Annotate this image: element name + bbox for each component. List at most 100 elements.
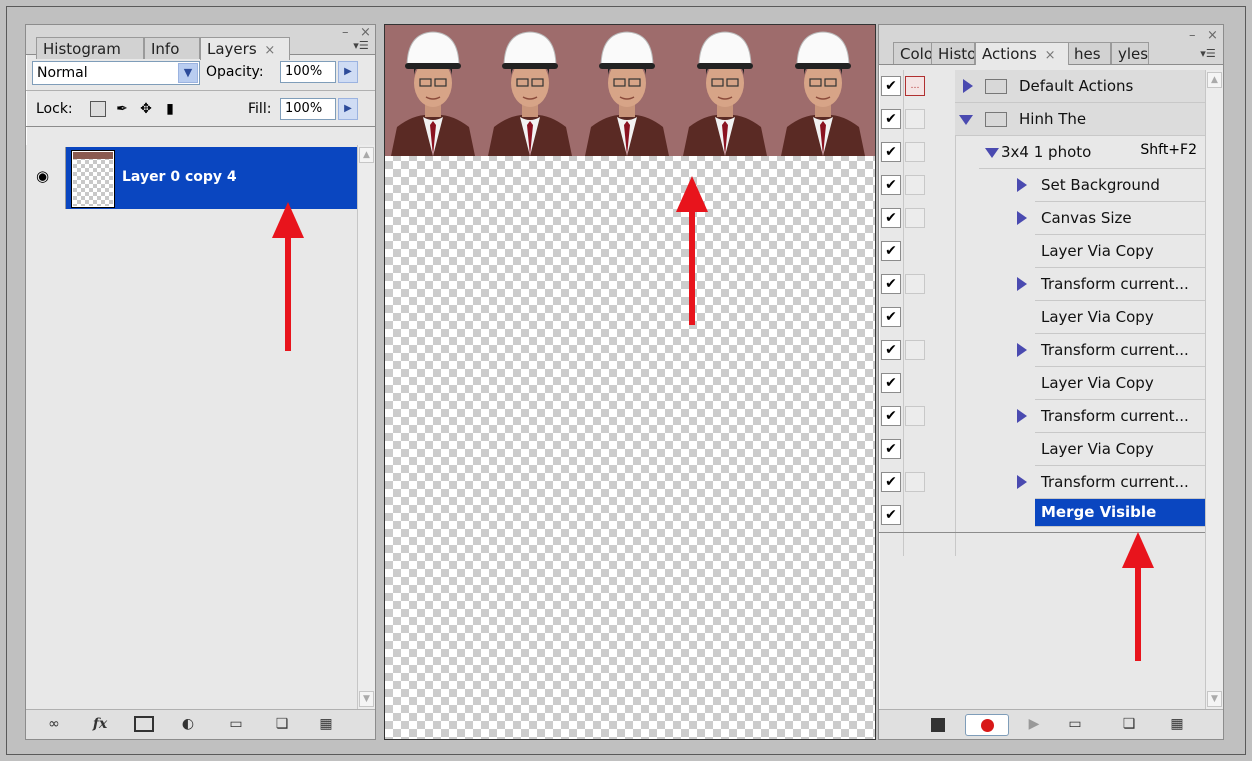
minimize-icon[interactable]: – bbox=[1189, 29, 1196, 43]
checkmark-icon[interactable]: ✔ bbox=[881, 76, 901, 96]
action-set-row[interactable]: ✔ Hinh The bbox=[879, 103, 1205, 136]
collapse-triangle-icon[interactable] bbox=[959, 115, 973, 125]
group-icon[interactable]: ▭ bbox=[226, 715, 246, 733]
panel-menu-icon[interactable]: ▾☰ bbox=[1197, 47, 1219, 61]
action-label: Canvas Size bbox=[1041, 209, 1132, 227]
lock-position-move-icon[interactable]: ✥ bbox=[138, 101, 154, 117]
scroll-up-icon[interactable]: ▲ bbox=[359, 147, 374, 163]
action-step-row[interactable]: ✔ Layer Via Copy bbox=[879, 367, 1205, 400]
checkmark-icon[interactable]: ✔ bbox=[881, 373, 901, 393]
opacity-slider-arrow-icon[interactable]: ▶ bbox=[338, 61, 358, 83]
panel-menu-icon[interactable]: ▾☰ bbox=[350, 39, 372, 53]
expand-triangle-icon[interactable] bbox=[1017, 178, 1027, 192]
link-icon[interactable]: ∞ bbox=[42, 715, 66, 733]
tab-color[interactable]: Colo bbox=[893, 42, 933, 64]
action-step-row[interactable]: ✔ Layer Via Copy bbox=[879, 235, 1205, 268]
scroll-down-icon[interactable]: ▼ bbox=[359, 691, 374, 707]
stop-icon[interactable] bbox=[931, 718, 945, 732]
record-button[interactable] bbox=[965, 714, 1009, 736]
expand-triangle-icon[interactable] bbox=[1017, 409, 1027, 423]
tab-actions[interactable]: Actions × bbox=[975, 42, 1069, 65]
tab-layers[interactable]: Layers × bbox=[200, 37, 290, 60]
checkmark-icon[interactable]: ✔ bbox=[881, 274, 901, 294]
tab-label: Colo bbox=[900, 45, 933, 63]
close-icon[interactable]: × bbox=[1207, 29, 1218, 43]
collapse-triangle-icon[interactable] bbox=[985, 148, 999, 158]
dialog-toggle-icon[interactable] bbox=[905, 208, 925, 228]
action-label: Transform current... bbox=[1041, 341, 1189, 359]
fill-slider-arrow-icon[interactable]: ▶ bbox=[338, 98, 358, 120]
dialog-toggle-icon[interactable] bbox=[905, 406, 925, 426]
lock-all-padlock-icon[interactable]: ▮ bbox=[162, 101, 178, 117]
scroll-down-icon[interactable]: ▼ bbox=[1207, 691, 1222, 707]
action-cell: Layer Via Copy bbox=[1035, 367, 1205, 400]
new-action-icon[interactable]: ❏ bbox=[1119, 715, 1139, 733]
checkmark-icon[interactable]: ✔ bbox=[881, 307, 901, 327]
new-layer-icon[interactable]: ❏ bbox=[272, 715, 292, 733]
mask-icon[interactable] bbox=[134, 716, 154, 732]
checkmark-icon[interactable]: ✔ bbox=[881, 241, 901, 261]
opacity-input[interactable]: 100% bbox=[280, 61, 336, 83]
action-step-row[interactable]: ✔ Transform current... bbox=[879, 400, 1205, 433]
close-icon[interactable]: × bbox=[360, 26, 371, 40]
checkmark-icon[interactable]: ✔ bbox=[881, 109, 901, 129]
blend-mode-select[interactable]: Normal ▼ bbox=[32, 61, 200, 85]
action-step-row[interactable]: ✔ Layer Via Copy bbox=[879, 433, 1205, 466]
red-arrow-canvas bbox=[676, 176, 708, 325]
expand-triangle-icon[interactable] bbox=[1017, 475, 1027, 489]
tab-history[interactable]: Histo bbox=[931, 42, 975, 64]
expand-triangle-icon[interactable] bbox=[1017, 211, 1027, 225]
lock-transparency-icon[interactable] bbox=[90, 101, 106, 117]
document-canvas[interactable] bbox=[384, 24, 876, 740]
action-cell: Default Actions bbox=[955, 70, 1205, 103]
trash-icon[interactable]: ▦ bbox=[1167, 715, 1187, 733]
expand-triangle-icon[interactable] bbox=[963, 79, 973, 93]
dialog-toggle-icon[interactable] bbox=[905, 142, 925, 162]
action-set-row[interactable]: ✔ … Default Actions bbox=[879, 70, 1205, 103]
expand-triangle-icon[interactable] bbox=[1017, 343, 1027, 357]
action-step-row[interactable]: ✔ Transform current... bbox=[879, 268, 1205, 301]
tab-close-icon[interactable]: × bbox=[264, 43, 275, 58]
dialog-toggle-icon[interactable]: … bbox=[905, 76, 925, 96]
action-step-row[interactable]: ✔ Transform current... bbox=[879, 334, 1205, 367]
checkmark-icon[interactable]: ✔ bbox=[881, 439, 901, 459]
new-set-folder-icon[interactable]: ▭ bbox=[1065, 715, 1085, 733]
action-step-row[interactable]: ✔ Layer Via Copy bbox=[879, 301, 1205, 334]
checkmark-icon[interactable]: ✔ bbox=[881, 208, 901, 228]
action-step-row[interactable]: ✔ Transform current... bbox=[879, 466, 1205, 499]
dialog-toggle-icon[interactable] bbox=[905, 274, 925, 294]
fx-icon[interactable]: fx bbox=[86, 715, 114, 733]
checkmark-icon[interactable]: ✔ bbox=[881, 505, 901, 525]
trash-icon[interactable]: ▦ bbox=[316, 715, 336, 733]
tab-styles[interactable]: yles bbox=[1111, 42, 1149, 64]
action-row[interactable]: ✔ 3x4 1 photo Shft+F2 bbox=[879, 136, 1205, 169]
action-step-row[interactable]: ✔ Set Background bbox=[879, 169, 1205, 202]
scroll-up-icon[interactable]: ▲ bbox=[1207, 72, 1222, 88]
checkmark-icon[interactable]: ✔ bbox=[881, 406, 901, 426]
layers-scrollbar[interactable]: ▲ ▼ bbox=[357, 145, 375, 709]
dialog-toggle-icon[interactable] bbox=[905, 175, 925, 195]
action-cell: Transform current... bbox=[1017, 400, 1205, 433]
checkmark-icon[interactable]: ✔ bbox=[881, 175, 901, 195]
expand-triangle-icon[interactable] bbox=[1017, 277, 1027, 291]
minimize-icon[interactable]: – bbox=[342, 26, 349, 40]
dialog-toggle-icon[interactable] bbox=[905, 109, 925, 129]
actions-list: ✔ … Default Actions ✔ Hinh The ✔ 3x4 1 p… bbox=[879, 70, 1205, 556]
chevron-down-icon[interactable]: ▼ bbox=[178, 63, 198, 83]
checkmark-icon[interactable]: ✔ bbox=[881, 340, 901, 360]
fill-input[interactable]: 100% bbox=[280, 98, 336, 120]
dialog-toggle-icon[interactable] bbox=[905, 340, 925, 360]
fill-label: Fill: bbox=[248, 101, 272, 117]
checkmark-icon[interactable]: ✔ bbox=[881, 472, 901, 492]
tab-swatches[interactable]: hes bbox=[1067, 42, 1111, 64]
dialog-toggle-icon[interactable] bbox=[905, 472, 925, 492]
adjustment-icon[interactable]: ◐ bbox=[176, 715, 200, 733]
lock-paint-brush-icon[interactable]: ✒ bbox=[114, 101, 130, 117]
tab-close-icon[interactable]: × bbox=[1045, 48, 1056, 63]
checkmark-icon[interactable]: ✔ bbox=[881, 142, 901, 162]
action-step-row[interactable]: ✔ Canvas Size bbox=[879, 202, 1205, 235]
play-icon[interactable]: ▶ bbox=[1025, 715, 1043, 733]
actions-scrollbar[interactable]: ▲ ▼ bbox=[1205, 70, 1223, 709]
eye-icon[interactable]: ◉ bbox=[36, 167, 49, 185]
visibility-toggle[interactable]: ◉ bbox=[26, 147, 66, 209]
